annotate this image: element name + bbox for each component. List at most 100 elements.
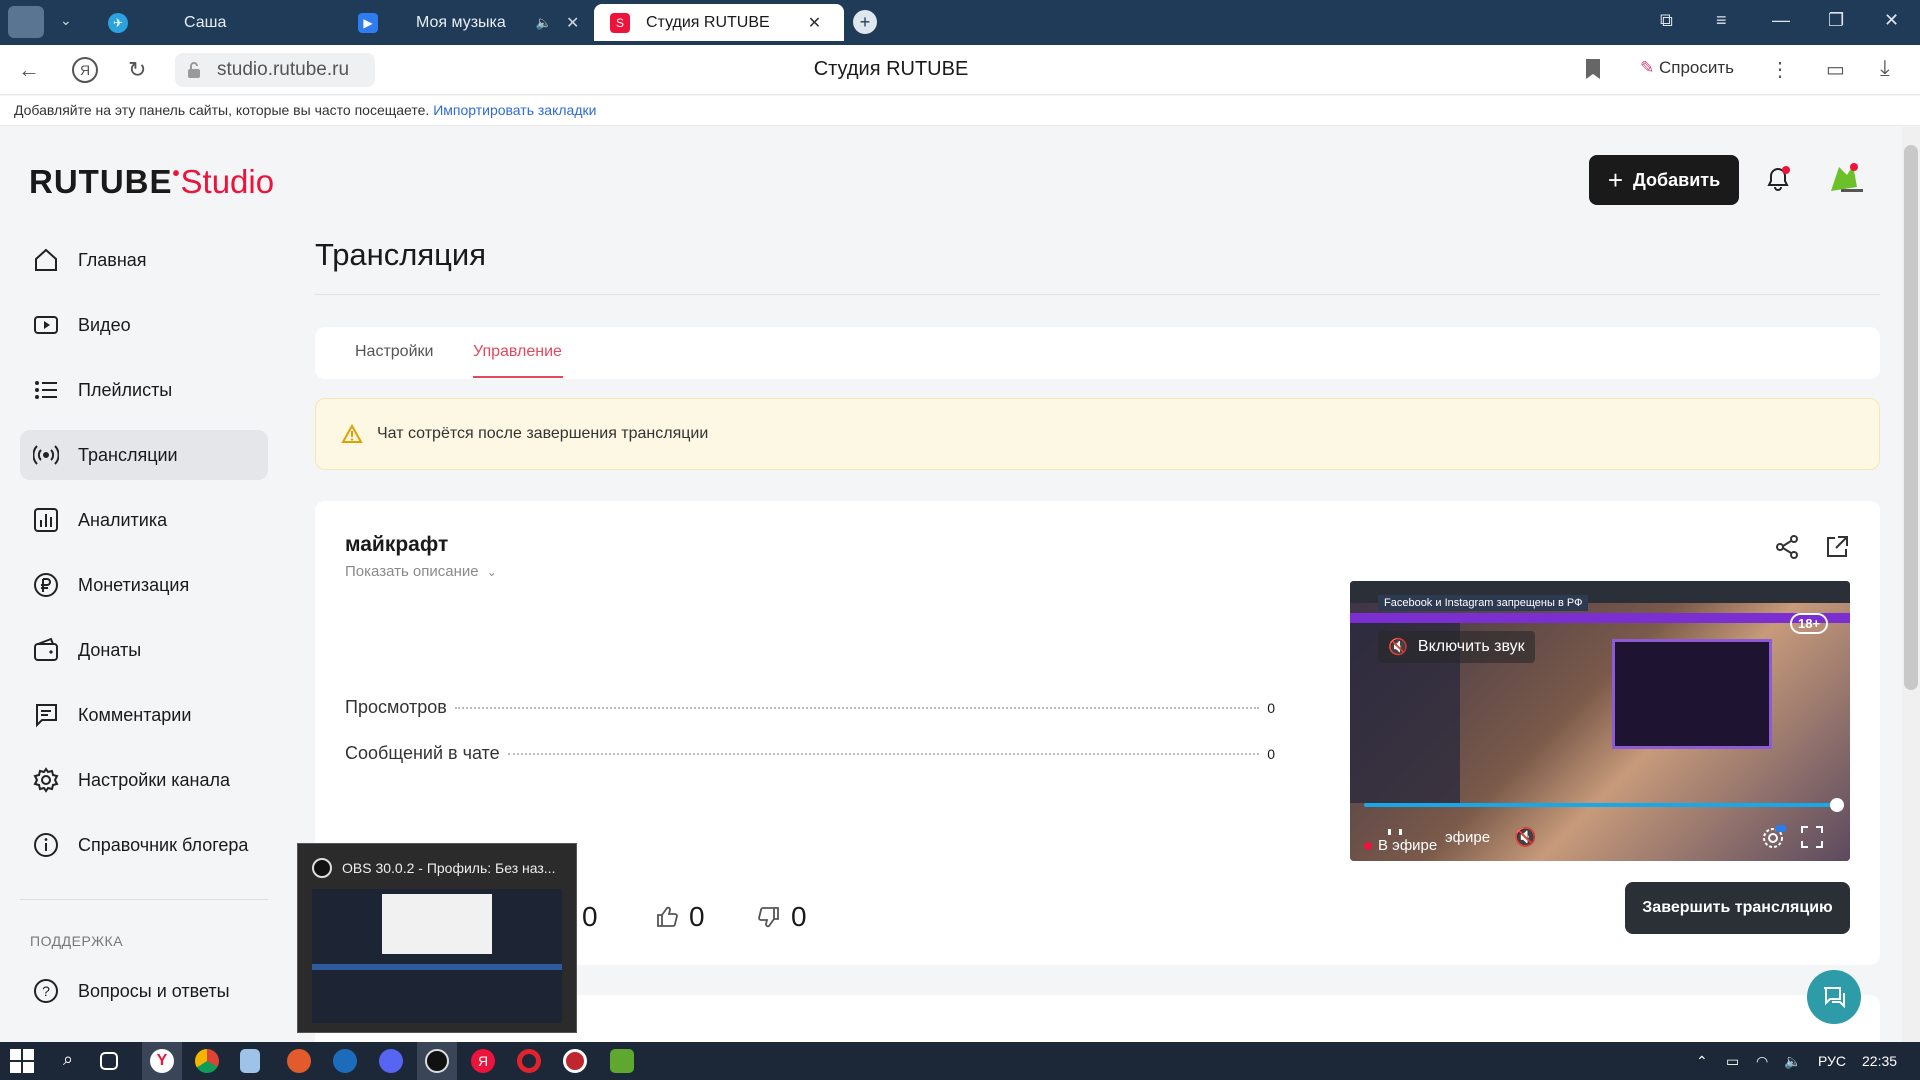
telegram-icon: ✈ bbox=[108, 12, 128, 33]
more-icon[interactable]: ⋮ bbox=[1770, 57, 1790, 82]
tab-management[interactable]: Управление bbox=[473, 343, 562, 361]
sidebar-item-label: Настройки канала bbox=[78, 769, 231, 790]
player-banner: Facebook и Instagram запрещены в РФ bbox=[1378, 595, 1589, 611]
windows-start-icon[interactable] bbox=[10, 1049, 34, 1073]
info-icon bbox=[32, 831, 60, 859]
sidebar-item-faq[interactable]: ? Вопросы и ответы bbox=[20, 966, 268, 1016]
share-icon[interactable] bbox=[1774, 534, 1800, 560]
sidebar-item-label: Плейлисты bbox=[78, 379, 173, 400]
player-captured-header bbox=[1350, 613, 1850, 623]
browser-tab-bar: ⌄ ✈ Саша ▶ Моя музыка 🔈 ✕ S Студия RUTUB… bbox=[0, 0, 1920, 45]
dislikes-counter: 0 bbox=[757, 901, 807, 933]
page-scrollbar-thumb[interactable] bbox=[1904, 145, 1918, 690]
views-count: 0 bbox=[582, 901, 598, 932]
yandex-browser-icon[interactable]: Y bbox=[150, 1049, 174, 1073]
stat-chat-messages: Сообщений в чате 0 bbox=[345, 743, 1275, 764]
sidebar-item-channel-settings[interactable]: Настройки канала bbox=[20, 755, 268, 805]
tab-music[interactable]: ▶ Моя музыка 🔈 ✕ bbox=[358, 4, 588, 41]
discord-icon[interactable] bbox=[379, 1049, 403, 1073]
sidebar-item-label: Монетизация bbox=[78, 574, 190, 595]
sidebar-item-analytics[interactable]: Аналитика bbox=[20, 495, 268, 545]
restore-button[interactable]: ❐ bbox=[1828, 10, 1844, 31]
obs-taskbar-preview[interactable]: OBS 30.0.2 - Профиль: Без наз... bbox=[297, 843, 577, 1033]
sidebar-divider bbox=[20, 899, 268, 900]
end-stream-button[interactable]: Завершить трансляцию bbox=[1625, 882, 1850, 934]
volume-icon[interactable]: 🔈 bbox=[1784, 1053, 1801, 1070]
import-bookmarks-link[interactable]: Импортировать закладки bbox=[433, 102, 596, 118]
settings-icon[interactable] bbox=[1760, 825, 1786, 851]
tab-sasha[interactable]: ✈ Саша bbox=[106, 4, 346, 41]
yandex-icon[interactable]: Я bbox=[471, 1049, 495, 1073]
player-progress-bar[interactable] bbox=[1364, 803, 1834, 807]
unmute-button[interactable]: 🔇 Включить звук bbox=[1378, 631, 1535, 663]
stream-title: майкрафт bbox=[345, 533, 449, 556]
stream-preview-player[interactable]: Facebook и Instagram запрещены в РФ 18+ … bbox=[1350, 581, 1850, 861]
analytics-icon bbox=[32, 506, 60, 534]
task-view-icon[interactable] bbox=[100, 1052, 118, 1070]
game-launcher-icon[interactable] bbox=[287, 1049, 311, 1073]
external-link-icon[interactable] bbox=[1824, 534, 1850, 560]
sidebar-item-comments[interactable]: Комментарии bbox=[20, 690, 268, 740]
likes-counter: 0 bbox=[655, 901, 705, 933]
language-indicator[interactable]: РУС bbox=[1818, 1053, 1846, 1069]
support-chat-button[interactable] bbox=[1807, 970, 1861, 1024]
collections-icon[interactable]: ⧉ bbox=[1660, 10, 1673, 31]
chevron-up-icon[interactable]: ⌃ bbox=[1696, 1053, 1708, 1070]
close-icon[interactable]: ✕ bbox=[566, 13, 579, 33]
pause-icon[interactable] bbox=[1388, 829, 1402, 835]
active-tab-indicator bbox=[473, 376, 563, 378]
obs-taskbar-icon[interactable] bbox=[425, 1049, 449, 1073]
minecraft-icon[interactable] bbox=[610, 1049, 634, 1073]
add-button[interactable]: + Добавить bbox=[1589, 155, 1739, 205]
support-section-label: ПОДДЕРЖКА bbox=[30, 933, 124, 949]
obs-thumbnail-panel bbox=[312, 964, 562, 970]
dislikes-count: 0 bbox=[791, 901, 807, 932]
close-icon[interactable]: ✕ bbox=[808, 13, 821, 33]
speaker-icon[interactable]: 🔈 bbox=[536, 15, 552, 31]
clock[interactable]: 22:35 bbox=[1862, 1053, 1897, 1069]
sidebar-item-label: Аналитика bbox=[78, 509, 168, 530]
sidebar-item-donations[interactable]: Донаты bbox=[20, 625, 268, 675]
chrome-icon[interactable] bbox=[195, 1049, 219, 1073]
bell-icon[interactable] bbox=[1764, 165, 1792, 193]
search-icon[interactable]: ⌕ bbox=[56, 1049, 80, 1073]
close-window-button[interactable]: ✕ bbox=[1884, 10, 1899, 31]
fullscreen-icon[interactable] bbox=[1800, 825, 1824, 849]
battery-icon[interactable]: ▭ bbox=[1726, 1053, 1739, 1070]
steam-icon[interactable] bbox=[333, 1049, 357, 1073]
menu-icon[interactable]: ≡ bbox=[1716, 10, 1727, 31]
player-progress-knob[interactable] bbox=[1830, 798, 1844, 812]
ask-button[interactable]: ✎ Спросить bbox=[1640, 58, 1734, 78]
page-title: Трансляция bbox=[315, 237, 487, 272]
tab-label: Саша bbox=[184, 13, 227, 31]
wifi-icon[interactable]: ◠ bbox=[1756, 1053, 1768, 1070]
sidebar-item-monetization[interactable]: Монетизация bbox=[20, 560, 268, 610]
new-tab-button[interactable]: + bbox=[853, 10, 877, 34]
recorder-icon[interactable] bbox=[563, 1049, 587, 1073]
chevron-down-icon[interactable]: ⌄ bbox=[60, 12, 72, 29]
rutube-studio-logo[interactable]: RUTUBE•Studio bbox=[29, 163, 274, 201]
downloads-panel-icon[interactable]: ▭ bbox=[1826, 57, 1845, 82]
sidebar-toggle-button[interactable] bbox=[8, 6, 44, 38]
comment-icon bbox=[32, 701, 60, 729]
show-description-toggle[interactable]: Показать описание ⌄ bbox=[345, 563, 497, 580]
add-label: Добавить bbox=[1633, 169, 1721, 190]
ask-icon: ✎ bbox=[1640, 58, 1659, 77]
sidebar-item-blogger-guide[interactable]: Справочник блогера bbox=[20, 820, 268, 870]
stat-value: 0 bbox=[1267, 700, 1275, 716]
dotted-leader bbox=[454, 707, 1260, 709]
download-icon[interactable]: ⤓ bbox=[1880, 55, 1890, 81]
sidebar-item-video[interactable]: Видео bbox=[20, 300, 268, 350]
opera-icon[interactable] bbox=[517, 1049, 541, 1073]
avatar[interactable] bbox=[1823, 161, 1865, 197]
notepad-icon[interactable] bbox=[240, 1049, 260, 1073]
sidebar-item-home[interactable]: Главная bbox=[20, 235, 268, 285]
views-counter: 0 bbox=[582, 901, 598, 933]
tab-rutube-studio[interactable]: S Студия RUTUBE ✕ bbox=[594, 4, 844, 41]
volume-mute-icon[interactable]: 🔇 bbox=[1514, 827, 1536, 848]
minimize-button[interactable]: — bbox=[1772, 10, 1790, 31]
sidebar-item-broadcasts[interactable]: Трансляции bbox=[20, 430, 268, 480]
sidebar-item-playlists[interactable]: Плейлисты bbox=[20, 365, 268, 415]
tab-settings[interactable]: Настройки bbox=[355, 343, 433, 361]
gear-icon bbox=[32, 766, 60, 794]
